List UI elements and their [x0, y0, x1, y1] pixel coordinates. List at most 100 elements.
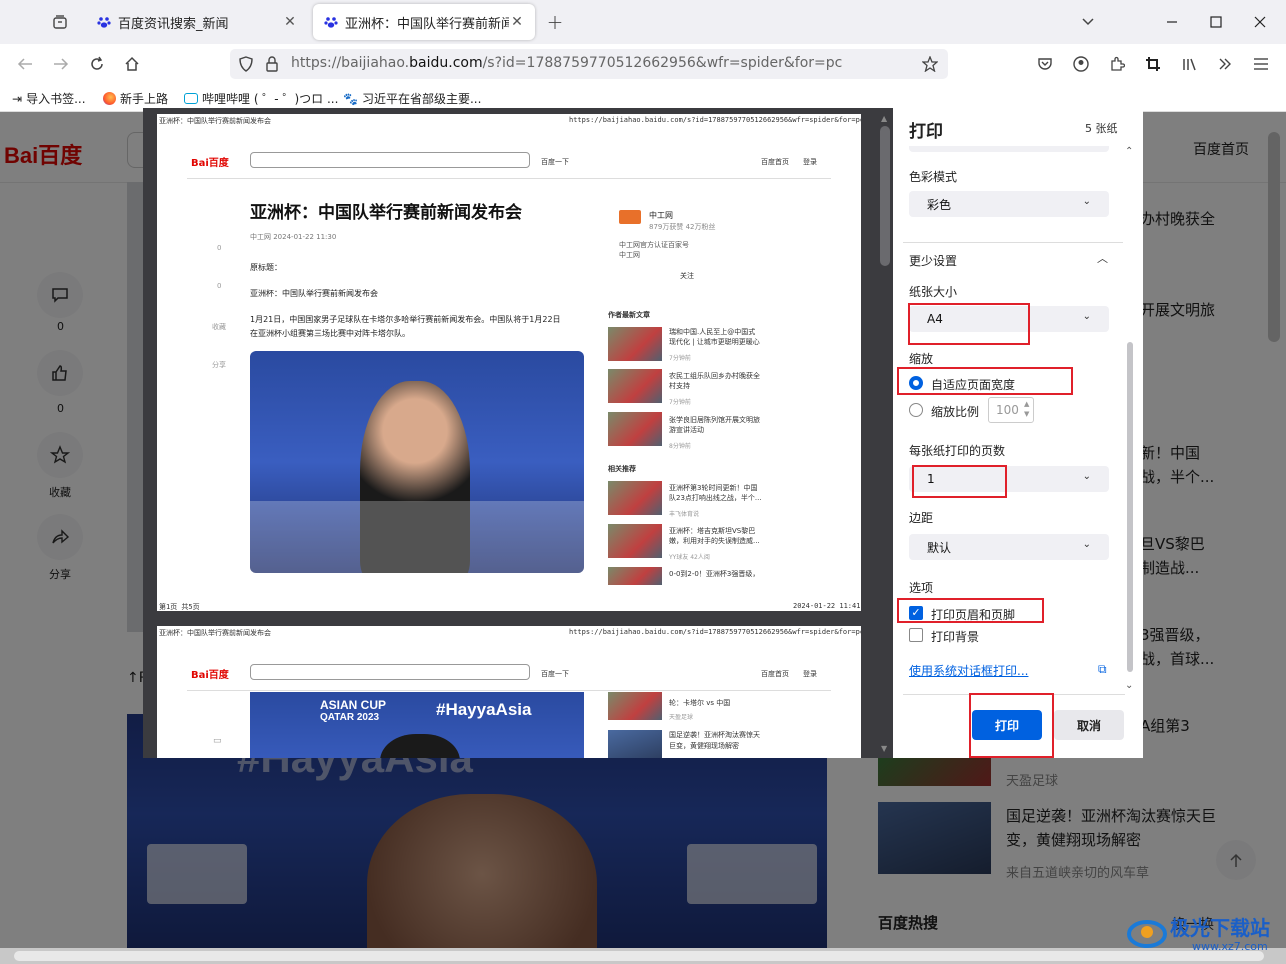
print-title: 打印 [909, 122, 943, 142]
mini-follow-button: 关注 [680, 272, 694, 280]
home-icon[interactable] [121, 54, 143, 74]
scroll-up-icon[interactable]: ▲ [881, 114, 887, 123]
print-background-checkbox[interactable] [909, 628, 923, 642]
paper-size-label: 纸张大小 [909, 285, 958, 299]
chevron-down-icon: ⌄ [1082, 311, 1091, 322]
highlight-box [969, 693, 1054, 758]
forward-icon[interactable] [50, 54, 72, 74]
bilibili-icon [184, 93, 198, 104]
mini-author-avatar [619, 210, 641, 224]
mini-banner-text: QATAR 2023 [320, 712, 380, 723]
margins-value: 默认 [927, 540, 952, 555]
chevron-down-icon: ⌄ [1082, 196, 1091, 207]
mini-item-title: 轮：卡塔尔 vs 中国 [669, 699, 731, 707]
reader-icon[interactable] [1178, 54, 1200, 74]
tab-asian-cup-article[interactable]: 亚洲杯：中国队举行赛前新闻发 ✕ [313, 4, 535, 40]
mini-thumb [608, 567, 662, 585]
page-header-right: https://baijiahao.baidu.com/s?id=1788759… [569, 628, 861, 636]
pocket-icon[interactable] [1034, 54, 1056, 74]
bookmark-news[interactable]: 🐾 习近平在省部级主要... [343, 90, 481, 107]
mini-thumb [608, 730, 662, 758]
highlight-box [908, 303, 1030, 345]
mini-article-title: 亚洲杯：中国队举行赛前新闻发布会 [250, 203, 522, 223]
mini-desk [250, 501, 584, 573]
panel-scrollbar[interactable]: ⌃ ⌄ [1125, 146, 1135, 694]
bookmark-getting-started[interactable]: 新手上路 [103, 90, 168, 107]
mini-item-source: 7分钟前 [669, 399, 691, 406]
maximize-icon[interactable] [1206, 12, 1226, 32]
fewer-settings-toggle[interactable]: 更少设置 [909, 252, 957, 269]
url-domain: baidu.com [409, 55, 483, 71]
baidu-paw-icon [323, 14, 339, 30]
shield-icon[interactable] [236, 54, 256, 74]
external-link-icon[interactable]: ⧉ [1098, 662, 1107, 677]
mini-section-title: 相关推荐 [608, 465, 636, 473]
mini-nav-login: 登录 [803, 670, 817, 678]
close-icon[interactable]: ✕ [282, 14, 298, 30]
overflow-chevron-icon[interactable] [1214, 54, 1236, 74]
highlight-box [897, 367, 1073, 395]
new-tab-icon[interactable]: + [545, 10, 565, 34]
mini-item-source: 丰飞体育说 [669, 511, 700, 518]
mini-comment-icon: ▭ [213, 736, 222, 746]
minimize-icon[interactable] [1162, 12, 1182, 32]
cancel-button[interactable]: 取消 [1054, 710, 1124, 740]
chevron-down-icon[interactable] [1078, 12, 1098, 32]
window-close-icon[interactable] [1250, 12, 1270, 32]
mini-side-count: 0 [217, 244, 222, 252]
page-footer-left: 第1页 共5页 [159, 603, 200, 611]
crop-icon[interactable] [1142, 54, 1164, 74]
close-icon[interactable]: ✕ [509, 14, 525, 30]
tab-strip: 百度资讯搜索_新闻 ✕ 亚洲杯：中国队举行赛前新闻发 ✕ + [0, 0, 1286, 44]
extensions-icon[interactable] [1106, 54, 1128, 74]
bookmark-label: 导入书签... [26, 92, 86, 106]
mini-search-box [250, 664, 530, 680]
lock-icon[interactable] [262, 54, 282, 74]
bookmark-import[interactable]: ⇥ 导入书签... [12, 90, 86, 107]
chevron-up-icon[interactable]: ︿ [1097, 250, 1108, 266]
tab-baidu-news-search[interactable]: 百度资讯搜索_新闻 ✕ [86, 4, 308, 40]
tab-title: 亚洲杯：中国队举行赛前新闻发 [345, 16, 509, 32]
print-preview-area[interactable]: 亚洲杯：中国队举行赛前新闻发布会 https://baijiahao.baidu… [143, 108, 877, 758]
color-mode-select[interactable]: 彩色 ⌄ [909, 191, 1109, 217]
baidu-paw-icon [96, 14, 112, 30]
url-text: https://baijiahao.baidu.com/s?id=1788759… [291, 55, 842, 71]
scroll-down-icon[interactable]: ⌄ [1125, 680, 1133, 691]
back-icon[interactable] [14, 54, 36, 74]
tab-title: 百度资讯搜索_新闻 [118, 16, 229, 32]
tab-list-icon[interactable] [50, 12, 70, 32]
scrollbar-thumb[interactable] [1127, 342, 1133, 672]
scale-label: 缩放 [909, 352, 934, 366]
system-dialog-link[interactable]: 使用系统对话框打印... [909, 662, 1028, 679]
mini-thumb [608, 412, 662, 446]
mini-item-title: 村支持 [669, 382, 690, 390]
mini-nav-home: 百度首页 [761, 670, 789, 678]
account-icon[interactable] [1070, 54, 1092, 74]
bookmark-bilibili[interactable]: 哔哩哔哩 ( ゜- ゜)つロ ... [184, 90, 338, 107]
mini-item-title: 亚洲杯第3轮时间更新！中国 [669, 484, 758, 492]
url-bar[interactable]: https://baijiahao.baidu.com/s?id=1788759… [230, 49, 948, 79]
star-icon[interactable] [920, 54, 940, 74]
options-label: 选项 [909, 581, 934, 595]
mini-author-desc: 中工网官方认证百家号 [619, 241, 689, 249]
mini-side-label: 收藏 [212, 323, 226, 331]
scale-ratio-radio[interactable] [909, 403, 923, 417]
scrollbar-thumb[interactable] [880, 126, 890, 266]
reload-icon[interactable] [86, 54, 108, 74]
stepper-arrows-icon[interactable]: ▲ ▼ [1024, 399, 1029, 419]
mini-divider [187, 690, 831, 691]
preview-scrollbar[interactable]: ▲ ▼ [877, 108, 893, 758]
highlight-box [897, 598, 1044, 623]
scroll-down-icon[interactable]: ▼ [881, 744, 887, 753]
mini-item-title: 嫩，利用对手的失误制造威... [669, 537, 760, 545]
print-background-label[interactable]: 打印背景 [931, 628, 979, 645]
scale-ratio-label[interactable]: 缩放比例 [931, 403, 979, 420]
menu-icon[interactable] [1250, 54, 1272, 74]
mini-thumb [608, 327, 662, 361]
mini-item-source: 天盈足球 [669, 714, 694, 721]
scrollbar-thumb[interactable] [14, 951, 1264, 961]
scroll-up-icon[interactable]: ⌃ [1125, 146, 1133, 157]
margins-select[interactable]: 默认 ⌄ [909, 534, 1109, 560]
horizontal-scrollbar[interactable] [0, 948, 1286, 964]
import-icon: ⇥ [12, 91, 23, 106]
